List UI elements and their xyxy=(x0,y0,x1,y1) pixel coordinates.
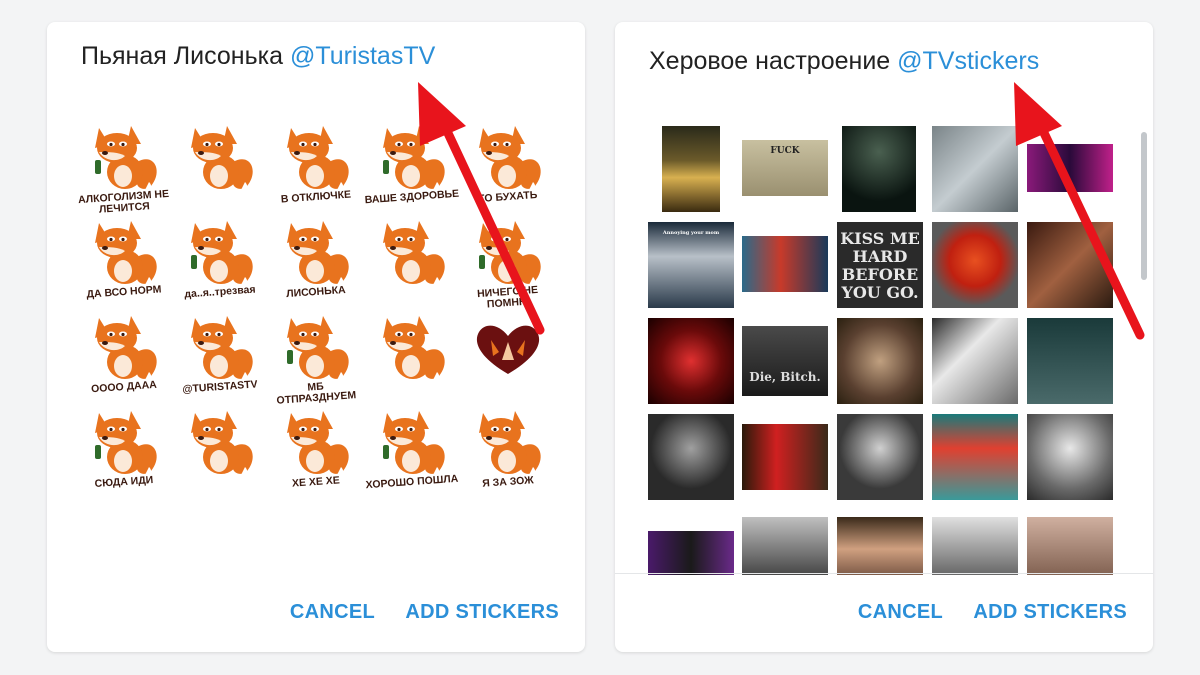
sticker-photo[interactable] xyxy=(1027,414,1113,500)
author-link[interactable]: @TVstickers xyxy=(897,47,1039,75)
sticker-photo[interactable] xyxy=(1027,222,1113,308)
cancel-button[interactable]: CANCEL xyxy=(858,601,943,624)
dialog-footer: CANCEL ADD STICKERS xyxy=(615,573,1153,652)
sticker-photo-caption: Die, Bitch. xyxy=(749,370,821,384)
sticker-fox[interactable]: @TURISTASTV xyxy=(181,312,259,400)
sticker-photo[interactable] xyxy=(662,126,720,212)
sticker-photo[interactable] xyxy=(1027,517,1113,575)
sticker-fox[interactable]: СЮДА ИДИ xyxy=(85,407,163,495)
sticker-photo[interactable] xyxy=(842,126,916,212)
sticker-fox[interactable]: ГО БУХАТЬ xyxy=(469,122,547,210)
sticker-photo[interactable] xyxy=(648,414,734,500)
sticker-fox[interactable]: МБ ОТПРАЗДНУЕМ xyxy=(276,312,357,407)
sticker-fox[interactable]: НИЧЕГО НЕ ПОМНЮ xyxy=(469,217,547,310)
sticker-dialog-bad-mood: Херовое настроение @TVstickers FUCK Annoy… xyxy=(615,22,1153,652)
sticker-grid: FUCK Annoying your mom KISS ME HARD BEFORE… xyxy=(615,110,1140,575)
sticker-photo[interactable] xyxy=(648,531,734,575)
sticker-photo[interactable] xyxy=(648,318,734,404)
sticker-photo[interactable]: Annoying your mom xyxy=(648,222,734,308)
sticker-fox[interactable]: ДА ВСО НОРМ xyxy=(85,217,163,305)
sticker-photo[interactable]: Die, Bitch. xyxy=(742,326,828,396)
sticker-photo[interactable] xyxy=(932,517,1018,575)
sticker-photo-caption: Annoying your mom xyxy=(662,230,720,236)
sticker-photo[interactable] xyxy=(932,414,1018,500)
sticker-photo[interactable] xyxy=(932,222,1018,308)
sticker-photo[interactable] xyxy=(932,126,1018,212)
dialog-title: Херовое настроение @TVstickers xyxy=(649,47,1039,76)
scrollbar[interactable] xyxy=(1141,122,1147,582)
sticker-fox[interactable] xyxy=(373,217,451,305)
sticker-photo[interactable] xyxy=(742,517,828,575)
sticker-photo[interactable] xyxy=(1027,318,1113,404)
scrollbar-thumb[interactable] xyxy=(1141,132,1147,280)
dialog-footer: CANCEL ADD STICKERS xyxy=(47,574,585,652)
sticker-photo[interactable] xyxy=(837,318,923,404)
dialog-title: Пьяная Лисонька @TuristasTV xyxy=(81,42,435,71)
sticker-fox[interactable]: да..я..трезвая xyxy=(181,217,259,305)
sticker-caption: АЛКОГОЛИЗМ НЕ ЛЕЧИТСЯ xyxy=(77,187,170,216)
sticker-fox[interactable]: ВАШЕ ЗДОРОВЬЕ xyxy=(364,122,460,210)
sticker-photo-caption: FUCK xyxy=(770,146,800,156)
add-stickers-button[interactable]: ADD STICKERS xyxy=(973,601,1127,624)
sticker-fox[interactable] xyxy=(181,407,259,495)
cancel-button[interactable]: CANCEL xyxy=(290,601,375,624)
sticker-fox[interactable] xyxy=(469,312,547,400)
sticker-fox[interactable]: ОООО ДААА xyxy=(85,312,163,400)
sticker-photo[interactable]: KISS ME HARD BEFORE YOU GO. xyxy=(837,222,923,308)
sticker-photo[interactable] xyxy=(742,236,828,292)
pack-name: Херовое настроение xyxy=(649,47,891,75)
sticker-photo[interactable] xyxy=(837,414,923,500)
sticker-photo-caption: KISS ME HARD BEFORE YOU GO. xyxy=(840,229,920,302)
sticker-dialog-drunk-fox: Пьяная Лисонька @TuristasTV АЛКОГОЛИЗМ Н… xyxy=(47,22,585,652)
sticker-photo[interactable] xyxy=(1027,144,1113,192)
pack-name: Пьяная Лисонька xyxy=(81,42,284,70)
author-link[interactable]: @TuristasTV xyxy=(290,42,435,70)
sticker-fox[interactable]: ХЕ ХЕ ХЕ xyxy=(277,407,355,495)
add-stickers-button[interactable]: ADD STICKERS xyxy=(405,601,559,624)
sticker-fox[interactable] xyxy=(373,312,451,400)
sticker-fox[interactable]: Я ЗА ЗОЖ xyxy=(469,407,547,495)
sticker-fox[interactable]: ЛИСОНЬКА xyxy=(277,217,355,305)
sticker-caption: МБ ОТПРАЗДНУЕМ xyxy=(276,380,357,407)
sticker-fox[interactable] xyxy=(181,122,259,210)
sticker-caption: НИЧЕГО НЕ ПОМНЮ xyxy=(476,283,539,311)
sticker-photo[interactable]: FUCK xyxy=(742,140,828,196)
sticker-photo[interactable] xyxy=(742,424,828,490)
sticker-photo[interactable] xyxy=(837,517,923,575)
sticker-fox[interactable]: ХОРОШО ПОШЛА xyxy=(365,407,459,495)
sticker-photo[interactable] xyxy=(932,318,1018,404)
sticker-fox[interactable]: В ОТКЛЮЧКЕ xyxy=(277,122,355,210)
sticker-fox[interactable]: АЛКОГОЛИЗМ НЕ ЛЕЧИТСЯ xyxy=(78,122,169,216)
